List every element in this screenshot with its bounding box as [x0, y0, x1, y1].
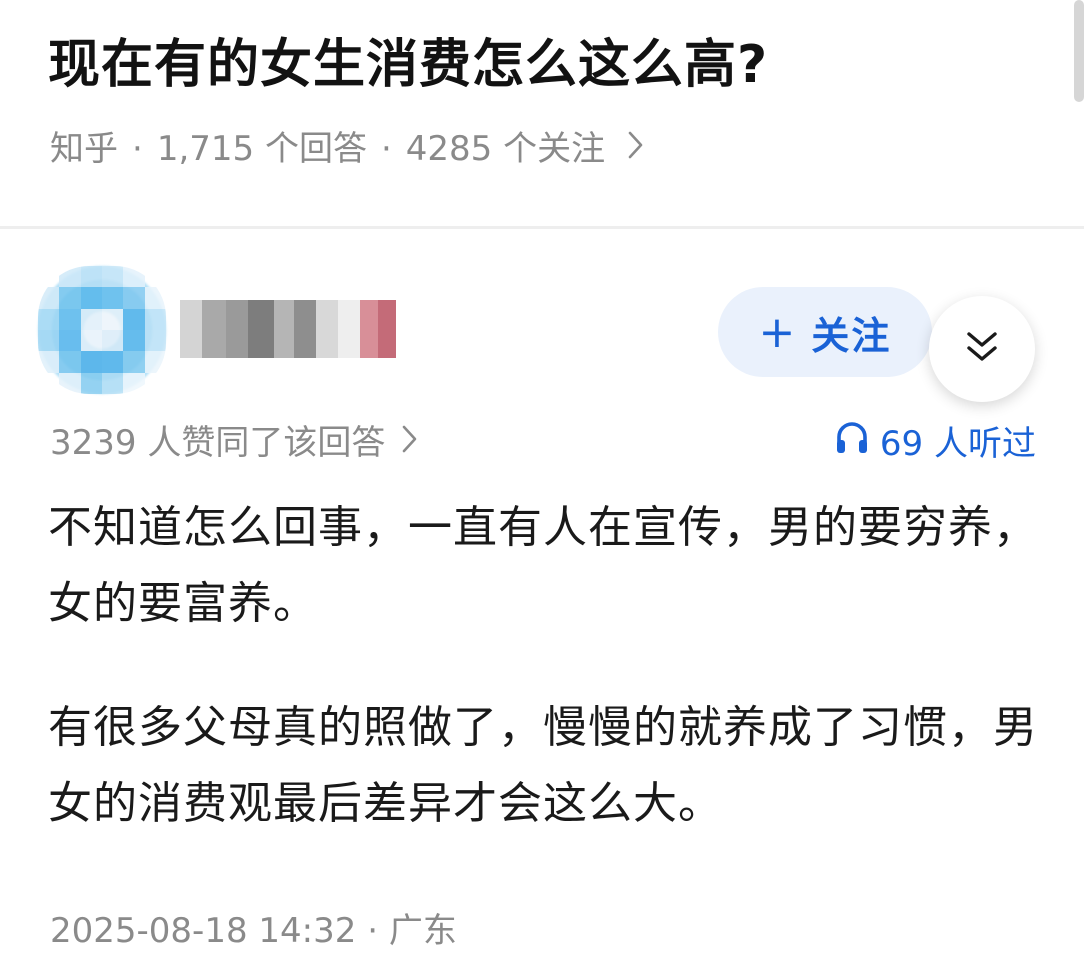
follow-button[interactable]: + 关注: [718, 287, 932, 377]
avatar-pixelation: [38, 266, 166, 394]
follower-count: 4285 个关注: [405, 129, 606, 169]
author-name-redacted[interactable]: [180, 300, 396, 358]
section-divider: [0, 226, 1084, 229]
source-label: 知乎: [50, 129, 118, 169]
collapse-button[interactable]: [929, 296, 1035, 402]
answer-paragraph: 有很多父母真的照做了，慢慢的就养成了习惯，男女的消费观最后差异才会这么大。: [48, 702, 1038, 829]
separator-dot: ·: [380, 129, 392, 169]
vote-count-label: 3239 人赞同了该回答: [50, 423, 386, 463]
answer-paragraph: 不知道怎么回事，一直有人在宣传，男的要穷养，女的要富养。: [48, 502, 1038, 629]
page-scrollbar[interactable]: [1074, 0, 1084, 102]
answer-timestamp: 2025-08-18 14:32 · 广东: [50, 908, 457, 954]
location-value: 广东: [388, 911, 457, 951]
follow-label: 关注: [811, 313, 892, 358]
separator-dot: ·: [367, 911, 389, 951]
listen-count[interactable]: 69 人听过: [834, 420, 1036, 468]
double-chevron-down-icon: [964, 330, 1000, 368]
separator-dot: ·: [132, 129, 143, 169]
vote-count[interactable]: 3239 人赞同了该回答: [50, 420, 419, 466]
plus-icon: +: [758, 306, 798, 358]
listen-count-label: 69 人听过: [879, 424, 1036, 464]
timestamp-value: 2025-08-18 14:32: [50, 911, 357, 951]
chevron-right-icon: [401, 420, 419, 466]
chevron-right-icon: [627, 126, 645, 172]
answer-count: 1,715 个回答: [156, 129, 367, 169]
question-title[interactable]: 现在有的女生消费怎么这么高?: [48, 30, 768, 100]
question-meta[interactable]: 知乎 · 1,715 个回答 · 4285 个关注: [50, 126, 645, 172]
headphones-icon: [834, 420, 880, 468]
